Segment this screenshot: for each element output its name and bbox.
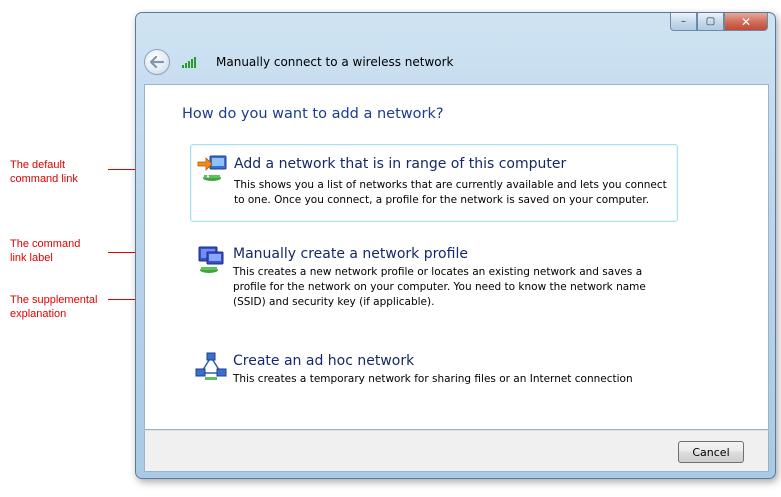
- wizard-title: Manually connect to a wireless network: [216, 55, 454, 69]
- command-link-label: Manually create a network profile: [233, 246, 468, 262]
- network-profile-icon: [198, 246, 224, 273]
- wizard-content: How do you want to add a network? Add a …: [144, 84, 769, 430]
- annotation-text: link label: [10, 252, 53, 264]
- wireless-signal-icon: [182, 56, 198, 68]
- close-icon: ✕: [740, 14, 752, 29]
- cancel-button[interactable]: Cancel: [678, 441, 744, 463]
- command-link-description: This creates a new network profile or lo…: [233, 266, 646, 308]
- wizard-window: – ▢ ✕ Manually connect to a wireless net…: [135, 12, 776, 479]
- annotation-text: explanation: [10, 308, 67, 320]
- annotation-text: The default: [10, 159, 66, 171]
- back-button[interactable]: [144, 49, 170, 75]
- annotation-text: command link: [10, 173, 78, 185]
- annotation-text: The supplemental: [10, 294, 98, 306]
- wizard-footer: Cancel: [144, 430, 769, 472]
- command-link-description: This shows you a list of networks that a…: [234, 179, 667, 206]
- minimize-icon: –: [681, 16, 686, 27]
- maximize-icon: ▢: [705, 16, 716, 27]
- page-heading: How do you want to add a network?: [182, 106, 444, 122]
- wizard-title-bar: Manually connect to a wireless network: [144, 47, 767, 77]
- command-link-adhoc-network[interactable]: Create an ad hoc network This creates a …: [190, 351, 678, 397]
- command-link-label: Create an ad hoc network: [233, 353, 415, 369]
- adhoc-network-icon: [195, 352, 227, 380]
- maximize-button[interactable]: ▢: [697, 13, 724, 31]
- command-link-add-network-in-range[interactable]: Add a network that is in range of this c…: [190, 144, 678, 222]
- annotation-default-command-link: The default command link: [10, 158, 78, 186]
- annotation-command-link-label: The command link label: [10, 237, 80, 265]
- network-range-icon: [197, 155, 227, 181]
- caption-buttons: – ▢ ✕: [670, 13, 768, 31]
- command-link-manual-profile[interactable]: Manually create a network profile This c…: [190, 244, 678, 322]
- annotation-text: The command: [10, 238, 81, 250]
- back-arrow-icon: [150, 56, 164, 68]
- minimize-button[interactable]: –: [670, 13, 697, 31]
- command-link-description: This creates a temporary network for sha…: [233, 373, 633, 385]
- command-link-label: Add a network that is in range of this c…: [234, 156, 567, 172]
- annotation-supplemental-explanation: The supplemental explanation: [10, 293, 97, 321]
- close-button[interactable]: ✕: [724, 13, 768, 31]
